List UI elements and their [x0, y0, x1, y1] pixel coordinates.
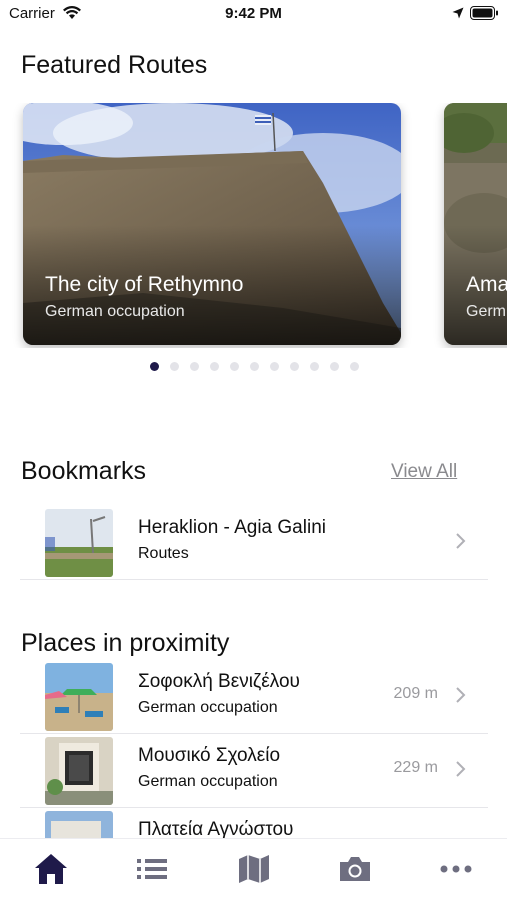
- place-item[interactable]: Σοφοκλή Βενιζέλου German occupation 209 …: [20, 661, 488, 734]
- page-dot[interactable]: [210, 362, 219, 371]
- bookmarks-heading: Bookmarks: [21, 457, 147, 485]
- page-dot[interactable]: [150, 362, 159, 371]
- tab-camera[interactable]: [335, 851, 375, 887]
- tab-list[interactable]: [132, 851, 172, 887]
- place-category: German occupation: [138, 773, 278, 790]
- featured-routes-heading: Featured Routes: [21, 51, 208, 79]
- route-card[interactable]: Ama Germ: [444, 103, 507, 345]
- place-item[interactable]: Μουσικό Σχολείο German occupation 229 m: [20, 735, 488, 808]
- page-dot[interactable]: [310, 362, 319, 371]
- map-icon: [239, 855, 269, 883]
- chevron-right-icon: [456, 687, 466, 703]
- place-thumbnail: [45, 737, 113, 805]
- chevron-right-icon: [456, 533, 466, 549]
- page-dot[interactable]: [270, 362, 279, 371]
- carousel-page-indicator[interactable]: [150, 362, 359, 372]
- route-card-title: Ama: [466, 273, 507, 296]
- place-name: Σοφοκλή Βενιζέλου: [138, 671, 300, 692]
- camera-icon: [340, 857, 370, 881]
- route-card-subtitle: Germ: [466, 303, 506, 320]
- tab-more[interactable]: [436, 851, 476, 887]
- route-card-title: The city of Rethymno: [45, 273, 244, 296]
- page-dot[interactable]: [190, 362, 199, 371]
- tab-home[interactable]: [31, 851, 71, 887]
- place-distance: 229 m: [393, 759, 438, 776]
- place-name: Μουσικό Σχολείο: [138, 745, 281, 766]
- list-icon: [137, 859, 167, 879]
- more-icon: [440, 865, 472, 873]
- status-bar: Carrier 9:42 PM: [0, 0, 507, 28]
- featured-carousel[interactable]: The city of Rethymno German occupation A…: [0, 103, 507, 348]
- page-dot[interactable]: [170, 362, 179, 371]
- route-card[interactable]: The city of Rethymno German occupation: [23, 103, 401, 345]
- view-all-link[interactable]: View All: [391, 461, 457, 483]
- page-dot[interactable]: [290, 362, 299, 371]
- places-heading: Places in proximity: [21, 629, 230, 657]
- tab-bar: [0, 838, 507, 901]
- route-card-subtitle: German occupation: [45, 303, 185, 320]
- bookmark-category: Routes: [138, 545, 189, 562]
- page-dot[interactable]: [250, 362, 259, 371]
- bookmark-item[interactable]: Heraklion - Agia Galini Routes: [20, 507, 488, 580]
- clock: 9:42 PM: [225, 5, 282, 22]
- location-arrow-icon: [452, 7, 464, 19]
- bookmark-name: Heraklion - Agia Galini: [138, 517, 326, 538]
- place-distance: 209 m: [393, 685, 438, 702]
- battery-icon: [470, 6, 498, 20]
- page-dot[interactable]: [350, 362, 359, 371]
- chevron-right-icon: [456, 761, 466, 777]
- home-icon: [35, 854, 67, 884]
- tab-map[interactable]: [234, 851, 274, 887]
- page-dot[interactable]: [230, 362, 239, 371]
- place-category: German occupation: [138, 699, 278, 716]
- bookmark-thumbnail: [45, 509, 113, 577]
- place-thumbnail: [45, 663, 113, 731]
- page-dot[interactable]: [330, 362, 339, 371]
